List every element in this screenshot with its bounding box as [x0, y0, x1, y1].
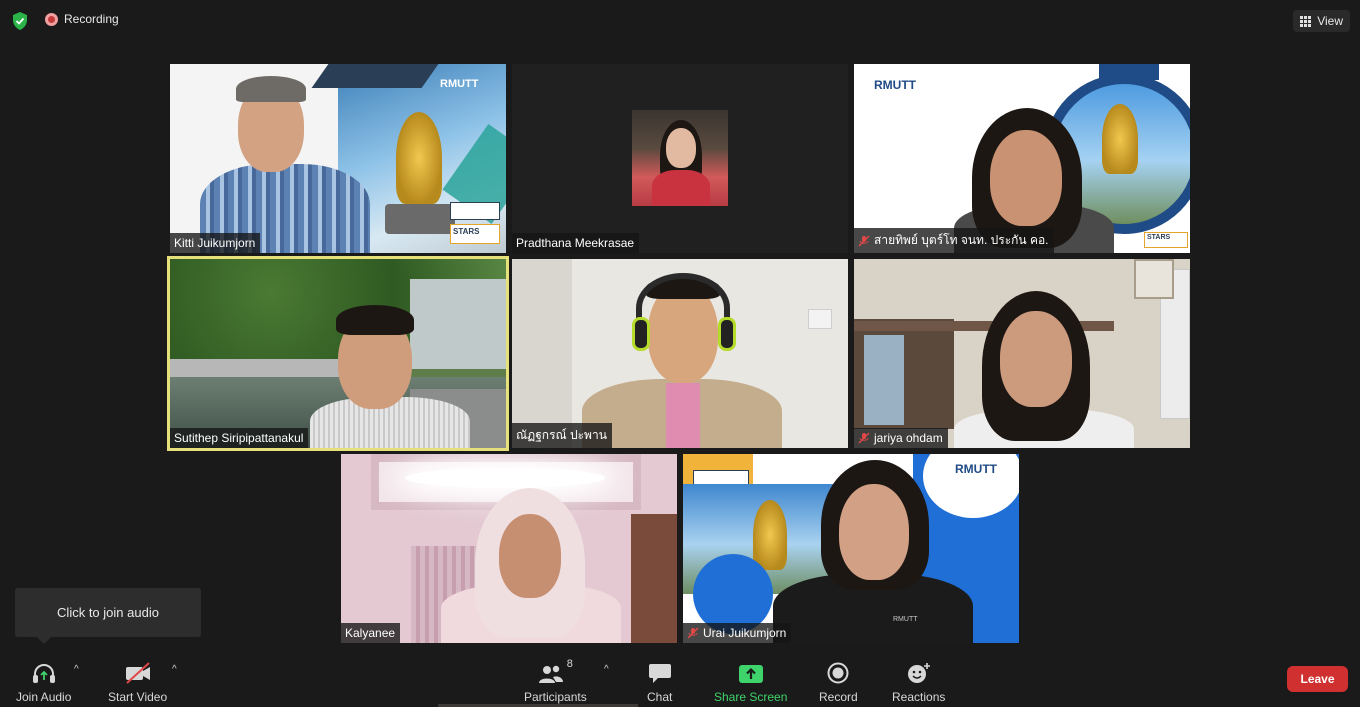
reactions-label: Reactions	[892, 690, 946, 704]
recording-label: Recording	[64, 12, 119, 26]
participant-name-tag: Sutithep Siripipattanakul	[170, 428, 309, 448]
view-button[interactable]: View	[1293, 10, 1350, 32]
record-button[interactable]: Record	[819, 658, 858, 704]
stars-badge: STARS	[450, 224, 500, 244]
stars-badge: STARS	[1144, 232, 1188, 248]
video-tile-nattakorn[interactable]: ณัฏฐกรณ์ ปะพาน	[512, 259, 848, 448]
share-screen-button[interactable]: Share Screen	[714, 658, 787, 704]
security-shield-icon[interactable]	[11, 11, 29, 31]
headphones-icon	[32, 664, 55, 683]
participants-count: 8	[566, 658, 573, 670]
share-screen-label: Share Screen	[714, 690, 788, 704]
grid-view-icon	[1300, 15, 1312, 27]
muted-mic-icon	[858, 432, 870, 444]
chat-button[interactable]: Chat	[647, 658, 672, 704]
audio-options-chevron-up-icon[interactable]: ^	[74, 664, 79, 675]
participant-name-tag: Urai Juikumjorn	[683, 623, 792, 643]
recording-icon	[45, 12, 58, 26]
join-audio-label: Join Audio	[16, 690, 72, 704]
share-screen-arrow-up-icon	[738, 665, 763, 683]
start-video-button[interactable]: Start Video	[108, 658, 167, 704]
participant-name-tag: Kalyanee	[341, 623, 401, 643]
recording-indicator[interactable]: Recording	[45, 12, 119, 26]
participant-name-tag: ณัฏฐกรณ์ ปะพาน	[512, 423, 612, 448]
video-tile-pradthana[interactable]: Pradthana Meekrasae	[512, 64, 848, 253]
participants-icon	[538, 665, 563, 683]
participant-name-tag: Kitti Juikumjorn	[170, 233, 261, 253]
rmutt-logo-text: RMUTT	[874, 78, 916, 92]
rmutt-logo-text: RMUTT	[440, 78, 479, 90]
participant-name-tag: Pradthana Meekrasae	[512, 233, 640, 253]
reactions-smiley-icon	[907, 663, 930, 683]
chat-label: Chat	[647, 690, 673, 704]
join-audio-button[interactable]: Join Audio	[16, 658, 71, 704]
record-icon	[827, 662, 849, 684]
participants-button[interactable]: 8 Participants	[524, 658, 587, 704]
participants-label: Participants	[524, 690, 587, 704]
chat-bubble-icon	[648, 664, 671, 683]
join-audio-tooltip: Click to join audio	[15, 588, 201, 644]
video-tile-sutithep[interactable]: Sutithep Siripipattanakul	[167, 256, 509, 451]
video-tile-kalyanee[interactable]: Kalyanee	[341, 454, 677, 643]
video-tile-urai[interactable]: STARS RMUTT RMUTT Urai Juikumjorn	[683, 454, 1019, 643]
rmutt-logo-text: RMUTT	[955, 462, 997, 476]
reactions-button[interactable]: Reactions	[892, 658, 945, 704]
video-tile-kitti[interactable]: RMUTT STARS Kitti Juikumjorn	[170, 64, 506, 253]
participants-options-chevron-up-icon[interactable]: ^	[604, 664, 609, 675]
record-label: Record	[819, 690, 858, 704]
video-tile-jariya[interactable]: jariya ohdam	[854, 259, 1190, 448]
zoom-meeting-window: Recording View RMUTT STARS Kitti Juikumj…	[0, 0, 1360, 707]
start-video-label: Start Video	[108, 690, 168, 704]
video-options-chevron-up-icon[interactable]: ^	[172, 664, 177, 675]
video-off-icon	[125, 662, 150, 684]
muted-mic-icon	[858, 235, 870, 246]
participant-name-tag: jariya ohdam	[854, 428, 948, 448]
muted-mic-icon	[687, 627, 699, 639]
leave-meeting-button[interactable]: Leave	[1287, 666, 1348, 692]
participant-thumbnail	[632, 110, 728, 206]
participant-name-tag: สายทิพย์ บุตร์โท จนท. ประกัน คอ.	[854, 228, 1054, 253]
view-label: View	[1317, 14, 1343, 28]
meeting-toolbar: Join Audio ^ Start Video ^ 8 Participant…	[0, 650, 1360, 707]
video-tile-saithip[interactable]: RMUTT STARS สายทิพย์ บุตร์โท จนท. ประกัน…	[854, 64, 1190, 253]
shirt-logo-text: RMUTT	[893, 616, 918, 623]
